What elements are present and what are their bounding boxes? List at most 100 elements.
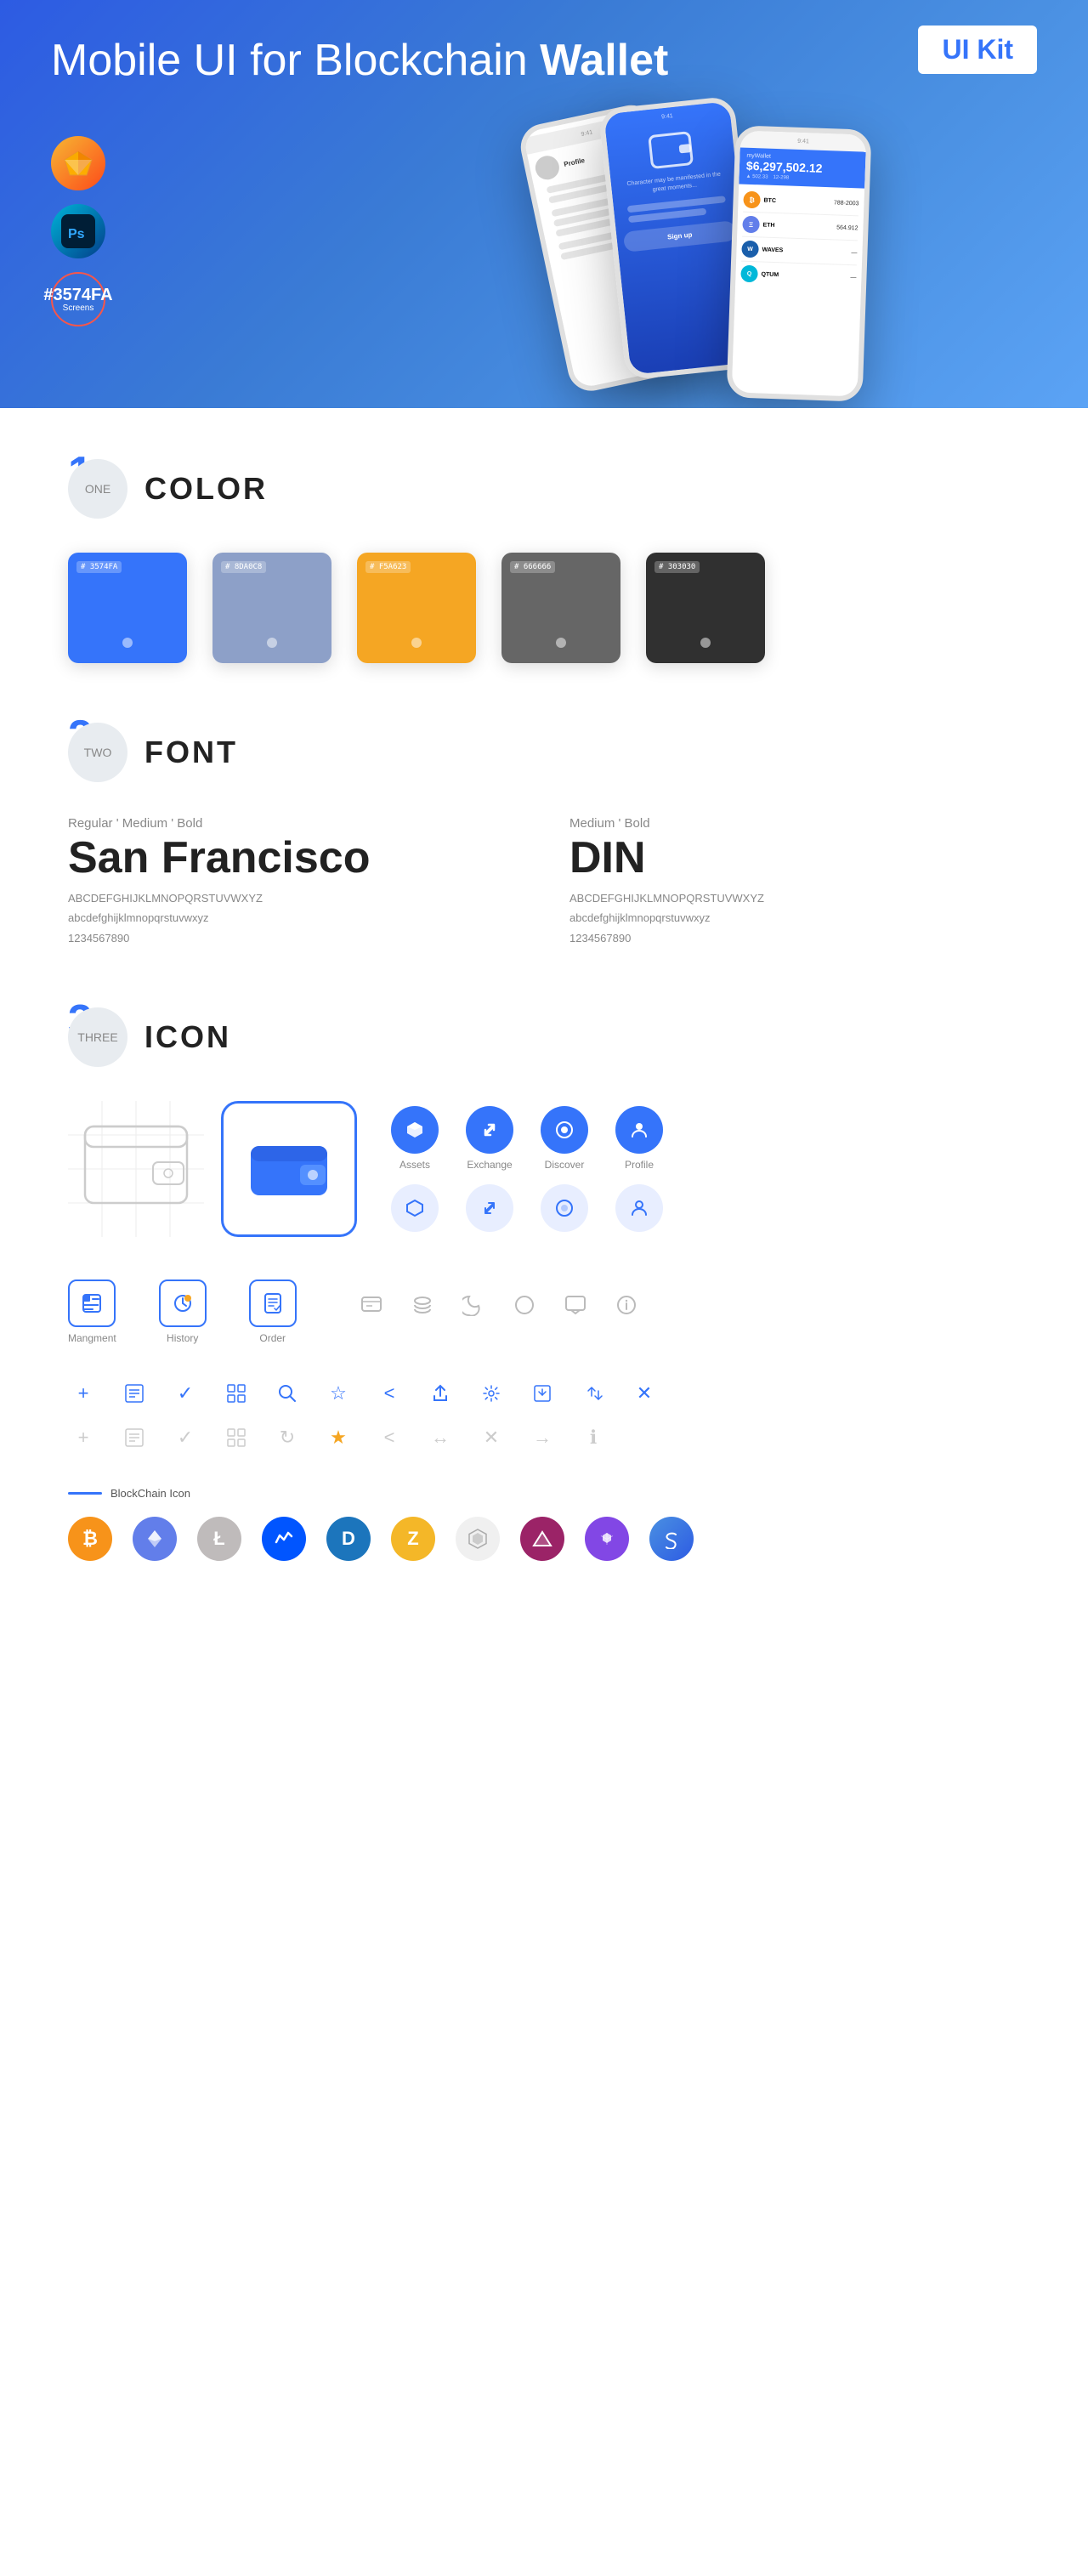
- assets-icon: [391, 1106, 439, 1154]
- litecoin-icon: Ł: [197, 1517, 241, 1561]
- wallet-icon-filled: [251, 1139, 327, 1199]
- plus-icon-inactive: +: [68, 1422, 99, 1453]
- font-section-header: 2 TWO FONT: [68, 723, 1020, 782]
- management-icon-item: Mangment: [68, 1279, 116, 1344]
- check-icon-active: ✓: [170, 1378, 201, 1409]
- color-card-gray: # 666666: [502, 553, 620, 663]
- nav-icon-exchange: Exchange: [466, 1106, 513, 1171]
- info-icon-inactive: ℹ: [578, 1422, 609, 1453]
- svg-text:Ps: Ps: [68, 227, 85, 241]
- profile-icon-ghost: [615, 1184, 663, 1232]
- blockchain-line: [68, 1492, 102, 1495]
- arrow-right-inactive: →: [527, 1422, 558, 1453]
- profile-icon: [615, 1106, 663, 1154]
- layers-icon: [407, 1290, 438, 1320]
- info-icon: [611, 1290, 642, 1320]
- sx-icon: [649, 1517, 694, 1561]
- order-icon: [249, 1279, 297, 1327]
- exchange-icon-ghost: [466, 1184, 513, 1232]
- star-icon-gold: ★: [323, 1422, 354, 1453]
- section-number-2: 2 TWO: [68, 723, 128, 782]
- list-icon-inactive: [119, 1422, 150, 1453]
- misc-icons-row: [356, 1290, 642, 1320]
- section-number-3: 3 THREE: [68, 1007, 128, 1067]
- close-icon-inactive: ✕: [476, 1422, 507, 1453]
- message-bubble-icon: [560, 1290, 591, 1320]
- check-icon-inactive: ✓: [170, 1422, 201, 1453]
- tool-icons-active-row: + ✓: [68, 1378, 1020, 1409]
- settings-icon-active: [476, 1378, 507, 1409]
- crypto-icons-row: ₿ Ł D Z: [68, 1517, 1020, 1561]
- dash-icon: D: [326, 1517, 371, 1561]
- arrow-icon-inactive: ↔: [425, 1422, 456, 1453]
- phone-mockups: 9:41 Profile 9:41: [510, 51, 1088, 408]
- ethereum-icon: [133, 1517, 177, 1561]
- color-section-title: COLOR: [144, 471, 268, 507]
- font-din: Medium ' Bold DIN ABCDEFGHIJKLMNOPQRSTUV…: [570, 816, 1020, 948]
- main-content: 1 ONE COLOR # 3574FA # 8DA0C8: [0, 408, 1088, 1671]
- wallet-icon-filled-box: [221, 1101, 357, 1237]
- plus-icon-active: +: [68, 1378, 99, 1409]
- bottom-nav-icons-row: Mangment History: [68, 1279, 1020, 1344]
- share-icon-active: [425, 1378, 456, 1409]
- chat-icon: [356, 1290, 387, 1320]
- exchange-icon: [466, 1106, 513, 1154]
- font-sf: Regular ' Medium ' Bold San Francisco AB…: [68, 816, 518, 948]
- neo-icon: [456, 1517, 500, 1561]
- font-section: 2 TWO FONT Regular ' Medium ' Bold San F…: [68, 723, 1020, 948]
- swap-icon-active: [578, 1378, 609, 1409]
- history-icon-item: History: [159, 1279, 207, 1344]
- ps-badge: Ps: [51, 204, 105, 258]
- nav-icons-container: Assets Exchange: [391, 1106, 663, 1232]
- chevron-left-inactive: <: [374, 1422, 405, 1453]
- sketch-badge: [51, 136, 105, 190]
- color-card-orange: # F5A623: [357, 553, 476, 663]
- hero-section: Mobile UI for Blockchain Wallet UI Kit P…: [0, 0, 1088, 408]
- phone-mockup-3: 9:41 myWallet $6,297,502.12 ▲ 502.33 12-…: [726, 125, 871, 401]
- color-card-dark: # 303030: [646, 553, 765, 663]
- import-icon-active: [527, 1378, 558, 1409]
- discover-icon-ghost: [541, 1184, 588, 1232]
- moon-icon: [458, 1290, 489, 1320]
- discover-icon: [541, 1106, 588, 1154]
- history-icon: [159, 1279, 207, 1327]
- matic-icon: [585, 1517, 629, 1561]
- icon-section-header: 3 THREE ICON: [68, 1007, 1020, 1067]
- colors-grid: # 3574FA # 8DA0C8 # F5A623: [68, 553, 1020, 663]
- hero-badges: Ps #3574FA Screens: [51, 136, 105, 326]
- assets-icon-ghost: [391, 1184, 439, 1232]
- augur-icon: [520, 1517, 564, 1561]
- grid-icon-inactive: [221, 1422, 252, 1453]
- nav-icon-discover: Discover: [541, 1106, 588, 1171]
- order-icon-item: Order: [249, 1279, 297, 1344]
- color-section: 1 ONE COLOR # 3574FA # 8DA0C8: [68, 459, 1020, 663]
- grid-icon-active: [221, 1378, 252, 1409]
- zcash-icon: Z: [391, 1517, 435, 1561]
- close-icon-active: ✕: [629, 1378, 660, 1409]
- icon-section: 3 THREE ICON: [68, 1007, 1020, 1561]
- section-number-1: 1 ONE: [68, 459, 128, 519]
- grid-lines: [68, 1101, 204, 1237]
- fonts-grid: Regular ' Medium ' Bold San Francisco AB…: [68, 816, 1020, 948]
- nav-icons-ghost-row: [391, 1184, 663, 1232]
- nav-icons-filled-row: Assets Exchange: [391, 1106, 663, 1171]
- circle-icon: [509, 1290, 540, 1320]
- color-section-header: 1 ONE COLOR: [68, 459, 1020, 519]
- bitcoin-icon: ₿: [68, 1517, 112, 1561]
- chevron-left-icon-active: <: [374, 1378, 405, 1409]
- refresh-icon-inactive: ↻: [272, 1422, 303, 1453]
- screens-badge: #3574FA Screens: [51, 272, 105, 326]
- star-icon-active: ☆: [323, 1378, 354, 1409]
- icon-section-title: ICON: [144, 1019, 231, 1055]
- blockchain-label: BlockChain Icon: [68, 1487, 1020, 1500]
- nav-icon-profile: Profile: [615, 1106, 663, 1171]
- nav-icon-assets: Assets: [391, 1106, 439, 1171]
- wallet-icon-outline-box: [68, 1101, 204, 1237]
- search-icon-active: [272, 1378, 303, 1409]
- color-card-blue: # 3574FA: [68, 553, 187, 663]
- color-card-slate: # 8DA0C8: [212, 553, 332, 663]
- list-icon-active: [119, 1378, 150, 1409]
- waves-icon: [262, 1517, 306, 1561]
- font-section-title: FONT: [144, 735, 238, 770]
- tool-icons-inactive-row: + ✓ ↻ ★ < ↔: [68, 1422, 1020, 1453]
